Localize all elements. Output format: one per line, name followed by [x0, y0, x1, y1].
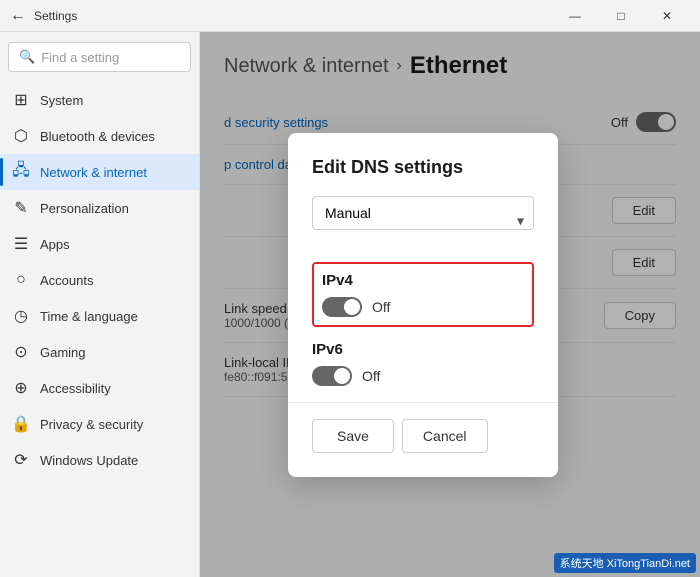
dialog-save-button[interactable]: Save	[312, 419, 394, 453]
sidebar-item-gaming[interactable]: ⊙ Gaming	[0, 334, 199, 370]
ipv4-off-label: Off	[372, 299, 390, 315]
personalization-icon: ✎	[12, 199, 30, 217]
sidebar-item-label: Network & internet	[40, 165, 147, 180]
sidebar-item-label: System	[40, 93, 83, 108]
watermark: 系统天地 XiTongTianDi.net	[554, 553, 696, 573]
ipv6-section: IPv6 Off	[312, 341, 534, 386]
maximize-button[interactable]: □	[598, 0, 644, 32]
sidebar: 🔍 Find a setting ⊞ System ⬡ Bluetooth & …	[0, 32, 200, 577]
sidebar-item-privacy[interactable]: 🔒 Privacy & security	[0, 406, 199, 442]
sidebar-item-time[interactable]: ◷ Time & language	[0, 298, 199, 334]
sidebar-item-bluetooth[interactable]: ⬡ Bluetooth & devices	[0, 118, 199, 154]
nav-items: ⊞ System ⬡ Bluetooth & devices 🖧 Network…	[0, 82, 199, 577]
title-bar-title: Settings	[34, 9, 77, 23]
ipv4-label: IPv4	[322, 272, 524, 289]
dns-select-wrapper: Automatic (DHCP) Manual	[312, 196, 534, 246]
sidebar-item-label: Bluetooth & devices	[40, 129, 155, 144]
minimize-button[interactable]: —	[552, 0, 598, 32]
ipv4-toggle[interactable]	[322, 297, 362, 317]
dialog-divider	[288, 402, 558, 403]
ipv4-toggle-row: Off	[322, 297, 524, 317]
time-icon: ◷	[12, 307, 30, 325]
sidebar-item-network[interactable]: 🖧 Network & internet	[0, 154, 199, 190]
edit-dns-dialog: Edit DNS settings Automatic (DHCP) Manua…	[288, 133, 558, 477]
sidebar-item-system[interactable]: ⊞ System	[0, 82, 199, 118]
close-button[interactable]: ✕	[644, 0, 690, 32]
ipv6-off-label: Off	[362, 368, 380, 384]
dialog-actions: Save Cancel	[312, 419, 534, 453]
sidebar-item-accounts[interactable]: ○ Accounts	[0, 262, 199, 298]
ipv6-toggle[interactable]	[312, 366, 352, 386]
main-content: Network & internet › Ethernet d security…	[200, 32, 700, 577]
search-placeholder: Find a setting	[41, 50, 119, 65]
privacy-icon: 🔒	[12, 415, 30, 433]
ipv6-toggle-row: Off	[312, 366, 534, 386]
sidebar-item-label: Accounts	[40, 273, 93, 288]
sidebar-item-label: Gaming	[40, 345, 86, 360]
bluetooth-icon: ⬡	[12, 127, 30, 145]
sidebar-item-label: Time & language	[40, 309, 138, 324]
title-bar-controls: — □ ✕	[552, 0, 690, 32]
dialog-cancel-button[interactable]: Cancel	[402, 419, 488, 453]
dns-type-select[interactable]: Automatic (DHCP) Manual	[312, 196, 534, 230]
dialog-title: Edit DNS settings	[312, 157, 534, 178]
sidebar-item-update[interactable]: ⟳ Windows Update	[0, 442, 199, 478]
title-bar-left: ← Settings	[10, 7, 77, 25]
title-bar: ← Settings — □ ✕	[0, 0, 700, 32]
sidebar-item-label: Personalization	[40, 201, 129, 216]
search-icon: 🔍	[19, 49, 35, 65]
sidebar-item-label: Accessibility	[40, 381, 111, 396]
sidebar-item-label: Apps	[40, 237, 70, 252]
ipv4-section: IPv4 Off	[312, 262, 534, 327]
gaming-icon: ⊙	[12, 343, 30, 361]
accessibility-icon: ⊕	[12, 379, 30, 397]
back-arrow-icon[interactable]: ←	[10, 7, 26, 25]
sidebar-item-personalization[interactable]: ✎ Personalization	[0, 190, 199, 226]
search-box[interactable]: 🔍 Find a setting	[8, 42, 191, 72]
apps-icon: ☰	[12, 235, 30, 253]
sidebar-item-accessibility[interactable]: ⊕ Accessibility	[0, 370, 199, 406]
sidebar-item-label: Windows Update	[40, 453, 138, 468]
sidebar-item-apps[interactable]: ☰ Apps	[0, 226, 199, 262]
accounts-icon: ○	[12, 271, 30, 289]
app-container: 🔍 Find a setting ⊞ System ⬡ Bluetooth & …	[0, 32, 700, 577]
ipv6-section-label: IPv6	[312, 341, 534, 358]
update-icon: ⟳	[12, 451, 30, 469]
sidebar-item-label: Privacy & security	[40, 417, 143, 432]
network-icon: 🖧	[12, 163, 30, 181]
system-icon: ⊞	[12, 91, 30, 109]
